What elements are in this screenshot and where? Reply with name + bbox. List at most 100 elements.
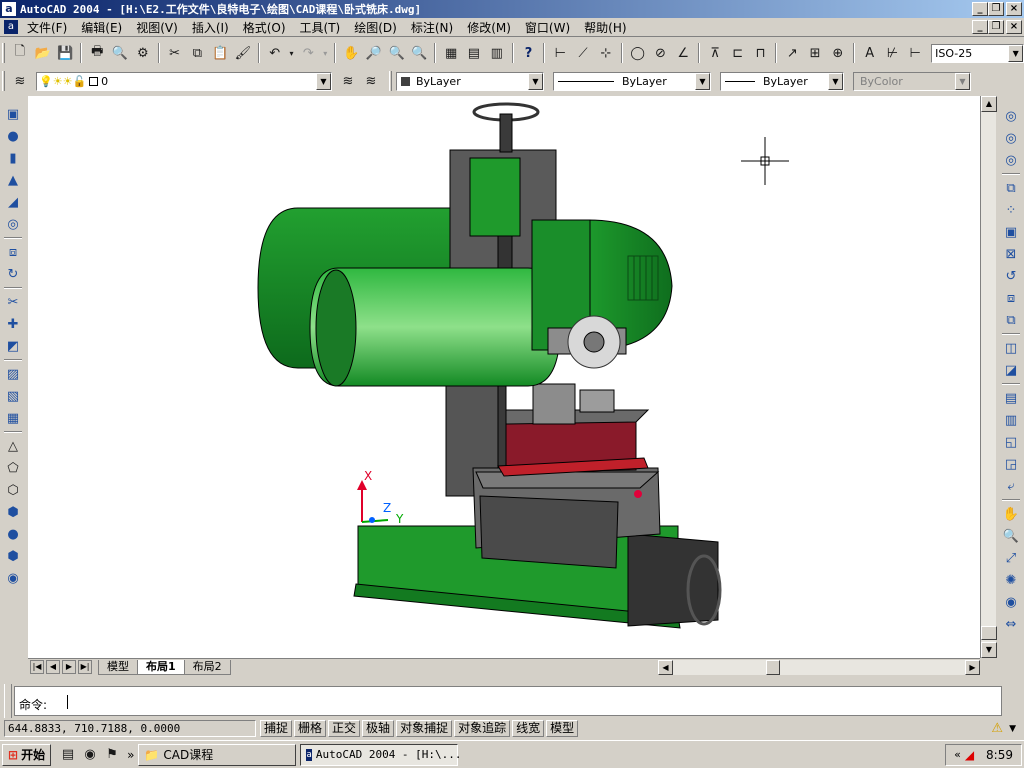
torus-icon[interactable]: ◎ [2,213,24,235]
tolerance-icon[interactable]: ⊞ [804,42,826,64]
menu-dimension[interactable]: 标注(N) [404,19,460,36]
horizontal-scroll-thumb[interactable] [766,660,780,675]
snap-toggle[interactable]: 捕捉 [260,720,293,737]
color-select[interactable]: ByLayer ▼ [396,71,544,91]
center-mark-icon[interactable]: ⊕ [827,42,849,64]
quicklaunch-ie-icon[interactable]: ◉ [79,744,101,766]
cut-icon[interactable]: ✂ [164,42,186,64]
match-properties-icon[interactable]: 🖌 [232,42,254,64]
quick-dim-icon[interactable]: ⊼ [704,42,726,64]
ucs-icon[interactable]: ⤶ [1000,475,1022,497]
chevron-down-icon[interactable]: ▼ [695,72,710,90]
radius-dim-icon[interactable]: ◯ [627,42,649,64]
prev-tab-icon[interactable]: ◀ [46,660,60,674]
toolbar-grip[interactable] [389,71,392,91]
redo-icon[interactable]: ↷ [297,42,319,64]
mirror-icon[interactable]: ⊠ [1000,243,1022,265]
lineweight-toggle[interactable]: 线宽 [512,720,545,737]
view-front-icon[interactable]: ▥ [1000,409,1022,431]
copy-icon[interactable]: ⧉ [186,42,208,64]
orbit-3d-icon[interactable]: ✺ [1000,569,1022,591]
minimize-button[interactable]: _ [972,2,988,16]
union-icon[interactable]: ◫ [1000,337,1022,359]
menu-insert[interactable]: 插入(I) [185,19,236,36]
restore-button[interactable]: ❐ [988,2,1004,16]
angular-dim-icon[interactable]: ∠ [672,42,694,64]
cone-icon[interactable]: ▲ [2,169,24,191]
publish-icon[interactable]: ⚙ [132,42,154,64]
make-current-layer-icon[interactable]: ≋ [337,70,359,92]
view-iso-icon[interactable]: ◱ [1000,431,1022,453]
zoom-previous-icon[interactable]: 🔍 [408,42,430,64]
help-icon[interactable]: ? [518,42,540,64]
drawing-canvas[interactable]: X Y Z [28,96,980,658]
extrude-icon[interactable]: ⧈ [2,241,24,263]
otrack-toggle[interactable]: 对象追踪 [454,720,511,737]
chevron-down-icon[interactable]: ▼ [528,72,543,90]
distance-icon[interactable]: ⇔ [1000,613,1022,635]
copy-object-icon[interactable]: ⧉ [1000,177,1022,199]
view-back-icon[interactable]: ◲ [1000,453,1022,475]
paste-icon[interactable]: 📋 [209,42,231,64]
osnap-toggle[interactable]: 对象捕捉 [396,720,453,737]
setup-profile-icon[interactable]: ▦ [2,407,24,429]
plot-icon[interactable]: 🖶 [86,42,108,64]
scroll-right-icon[interactable]: ▶ [965,660,980,675]
open-icon[interactable]: 📂 [32,42,54,64]
taskbar-folder-button[interactable]: 📁 CAD课程 [138,743,297,766]
next-tab-icon[interactable]: ▶ [62,660,76,674]
dim-edit-icon[interactable]: A [859,42,881,64]
orbit-icon[interactable]: ◎ [1000,105,1022,127]
preview-icon[interactable]: 🔍 [109,42,131,64]
quicklaunch-more-icon[interactable]: » [127,748,134,762]
scale-icon[interactable]: ⧈ [1000,287,1022,309]
zoom-icon[interactable]: 🔍 [1000,525,1022,547]
flat-shaded-icon[interactable]: ⬢ [2,501,24,523]
menu-window[interactable]: 窗口(W) [518,19,577,36]
hide-icon[interactable]: △ [2,435,24,457]
quicklaunch-app-icon[interactable]: ⚑ [101,744,123,766]
document-icon[interactable]: a [4,20,18,34]
gouraud-edges-icon[interactable]: ◉ [2,567,24,589]
menu-help[interactable]: 帮助(H) [577,19,633,36]
first-tab-icon[interactable]: |◀ [30,660,44,674]
array-icon[interactable]: ⁘ [1000,199,1022,221]
baseline-dim-icon[interactable]: ⊏ [727,42,749,64]
slice-icon[interactable]: ✂ [2,291,24,313]
doc-minimize-button[interactable]: _ [972,20,988,34]
section-icon[interactable]: ✚ [2,313,24,335]
sphere-icon[interactable]: ● [2,125,24,147]
scroll-down-icon[interactable]: ▼ [981,642,997,658]
dim-update-icon[interactable]: ⊢ [904,42,926,64]
box-icon[interactable]: ▣ [2,103,24,125]
chevron-down-icon[interactable]: ▼ [828,72,843,90]
save-icon[interactable]: 💾 [55,42,77,64]
show-desktop-icon[interactable]: ▤ [57,744,79,766]
plotstyle-select[interactable]: ByColor ▼ [853,71,971,91]
3d-wireframe-icon[interactable]: ⬠ [2,457,24,479]
menu-draw[interactable]: 绘图(D) [347,19,404,36]
rotate-icon[interactable]: ↺ [1000,265,1022,287]
menu-edit[interactable]: 编辑(E) [74,19,129,36]
vertical-scrollbar[interactable]: ▲ ▼ [980,96,997,658]
leader-icon[interactable]: ↗ [781,42,803,64]
new-icon[interactable]: 🗋 [9,42,31,64]
diameter-dim-icon[interactable]: ⊘ [650,42,672,64]
toolbar-grip[interactable] [2,71,5,91]
properties-icon[interactable]: ▦ [440,42,462,64]
orbit-free-icon[interactable]: ◎ [1000,149,1022,171]
zoom-extents-icon[interactable]: ⤢ [1000,547,1022,569]
tray-expand-icon[interactable]: « [954,748,961,761]
stretch-icon[interactable]: ⧉ [1000,309,1022,331]
doc-close-button[interactable]: × [1006,20,1022,34]
layer-previous-icon[interactable]: ≋ [360,70,382,92]
tray-app-icon[interactable]: ◢ [965,748,974,762]
pan-icon[interactable]: ✋ [340,42,362,64]
redo-dropdown-icon[interactable]: ▾ [320,42,330,64]
autocad-app-icon[interactable]: a [2,2,16,16]
scroll-left-icon[interactable]: ◀ [658,660,673,675]
cylinder-icon[interactable]: ▮ [2,147,24,169]
aligned-dim-icon[interactable]: ⟋ [572,42,594,64]
setup-view-icon[interactable]: ▧ [2,385,24,407]
wedge-icon[interactable]: ◢ [2,191,24,213]
